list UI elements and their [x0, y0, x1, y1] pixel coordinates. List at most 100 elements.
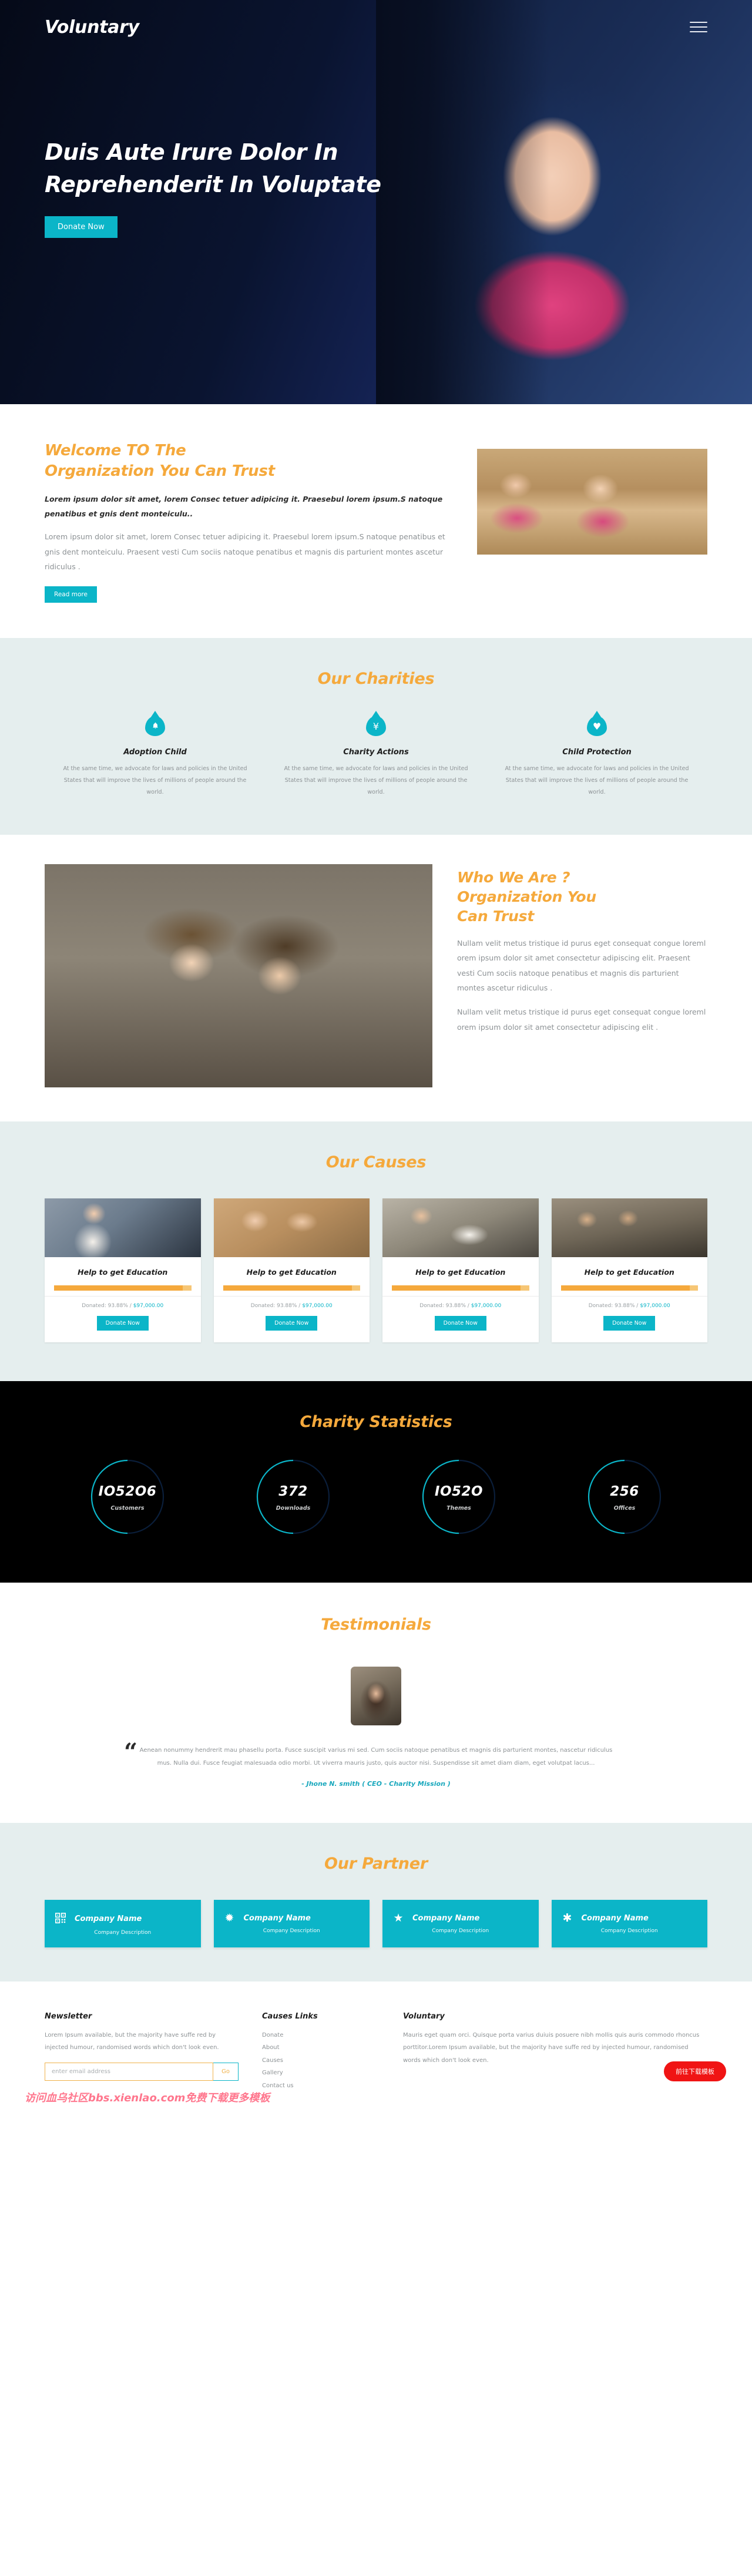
testimonial-author: - Jhone N. smith ( CEO - Charity Mission…: [301, 1779, 451, 1788]
charity-description: At the same time, we advocate for laws a…: [505, 765, 689, 795]
cause-donation-meta: Donated: 93.88% / $97,000.00: [45, 1295, 201, 1309]
cause-title: Help to get Education: [415, 1267, 506, 1277]
testimonial-avatar: [351, 1666, 401, 1725]
heart-icon: ♥: [587, 716, 607, 736]
cause-card[interactable]: Help to get Education Donated: 93.88% / …: [382, 1198, 539, 1342]
welcome-section: Welcome TO The Organization You Can Trus…: [0, 404, 752, 638]
hero-heading: Duis Aute Irure Dolor In Reprehenderit I…: [45, 136, 411, 201]
hero-donate-button[interactable]: Donate Now: [45, 216, 118, 239]
stat-label: Customers: [110, 1504, 145, 1512]
star-icon: ★: [393, 1911, 404, 1925]
who-heading-line2: Organization You: [457, 888, 596, 905]
footer-link-item[interactable]: Contact us: [262, 2080, 380, 2093]
who-we-are-text-column: Who We Are ? Organization You Can Trust …: [457, 864, 707, 1035]
footer-about-description: Mauris eget quam orci. Quisque porta var…: [403, 2031, 700, 2064]
cause-donate-button[interactable]: Donate Now: [266, 1315, 318, 1331]
cause-percent: 93.88%: [108, 1302, 128, 1309]
cause-title: Help to get Education: [246, 1267, 337, 1277]
cause-donate-button[interactable]: Donate Now: [96, 1315, 149, 1331]
partner-card[interactable]: ✹ Company Name Company Description: [213, 1899, 370, 1947]
welcome-paragraph: Lorem ipsum dolor sit amet, lorem Consec…: [45, 532, 445, 572]
cause-card[interactable]: Help to get Education Donated: 93.88% / …: [551, 1198, 707, 1342]
brand-logo[interactable]: Voluntary: [45, 17, 139, 38]
who-heading-line1: Who We Are ?: [457, 868, 570, 886]
partner-name: Company Name: [75, 1915, 142, 1924]
newsletter-form: Go: [45, 2062, 239, 2081]
cause-progress-fill: [560, 1285, 690, 1291]
cause-amount: $97,000.00: [471, 1302, 502, 1309]
causes-title: Our Causes: [325, 1153, 427, 1171]
burger-line: [690, 22, 707, 23]
footer-links-title: Causes Links: [262, 2011, 318, 2021]
footer-link-item[interactable]: Gallery: [262, 2067, 380, 2080]
footer-link-item[interactable]: Causes: [262, 2054, 380, 2067]
newsletter-title: Newsletter: [45, 2011, 92, 2021]
welcome-read-more-button[interactable]: Read more: [45, 586, 97, 603]
cause-meta-prefix: Donated:: [82, 1302, 108, 1309]
cause-donate-button[interactable]: Donate Now: [434, 1315, 486, 1331]
stat-label: Downloads: [276, 1504, 311, 1512]
who-paragraph-2: Nullam velit metus tristique id purus eg…: [457, 1007, 706, 1032]
partner-card[interactable]: Company Name Company Description: [45, 1899, 201, 1947]
footer-links-column: Causes Links Donate About Causes Gallery…: [262, 2012, 380, 2093]
cause-progress-track: [392, 1285, 529, 1291]
cause-progress-track: [54, 1285, 192, 1291]
footer-link-item[interactable]: Donate: [262, 2029, 380, 2042]
cause-donate-button[interactable]: Donate Now: [603, 1315, 656, 1331]
partner-header: ✱ Company Name: [561, 1912, 699, 1924]
cause-progress-fill: [392, 1285, 521, 1291]
who-heading-line3: Can Trust: [457, 907, 535, 925]
stat-value: IO52O: [434, 1483, 484, 1499]
welcome-lead-text: Lorem ipsum dolor sit amet, lorem Consec…: [45, 495, 443, 518]
cause-title: Help to get Education: [78, 1267, 168, 1277]
partners-grid: Company Name Company Description ✹ Compa…: [45, 1899, 707, 1947]
testimonials-title: Testimonials: [321, 1615, 431, 1634]
welcome-heading: Welcome TO The Organization You Can Trus…: [45, 441, 450, 481]
cause-photo: [45, 1198, 201, 1257]
cause-percent: 93.88%: [445, 1302, 466, 1309]
newsletter-go-button[interactable]: Go: [213, 2062, 239, 2081]
download-template-button[interactable]: 前往下载模板: [664, 2061, 726, 2082]
partner-card[interactable]: ★ Company Name Company Description: [382, 1899, 539, 1947]
hero-heading-line2: Reprehenderit In Voluptate: [45, 172, 381, 198]
stat-value: 372: [278, 1483, 308, 1499]
yen-currency-icon: ¥: [366, 716, 386, 736]
partner-description: Company Description: [432, 1927, 489, 1934]
cause-percent: 93.88%: [615, 1302, 635, 1309]
partner-card[interactable]: ✱ Company Name Company Description: [551, 1899, 707, 1947]
footer-about-title: Voluntary: [403, 2011, 445, 2021]
who-we-are-children-photo: [45, 864, 432, 1087]
yen-glyph: ¥: [372, 720, 380, 732]
partner-header: ✹ Company Name: [223, 1912, 361, 1924]
partner-description: Company Description: [600, 1927, 658, 1934]
hamburger-menu-icon[interactable]: [690, 18, 707, 36]
partner-name: Company Name: [412, 1913, 480, 1923]
charities-grid: Adoption Child At the same time, we advo…: [45, 716, 707, 798]
charity-description: At the same time, we advocate for laws a…: [63, 765, 247, 795]
hero-section: Voluntary Duis Aute Irure Dolor In Repre…: [0, 0, 752, 404]
quote-icon: “: [124, 1738, 138, 1766]
footer-about-column: Voluntary Mauris eget quam orci. Quisque…: [403, 2012, 707, 2093]
stat-item: IO52O Themes: [376, 1458, 542, 1540]
cause-card[interactable]: Help to get Education Donated: 93.88% / …: [45, 1198, 201, 1342]
stat-value: 256: [610, 1483, 639, 1499]
cause-progress-fill: [223, 1285, 352, 1291]
cause-photo: [382, 1198, 539, 1257]
partners-title: Our Partner: [324, 1854, 428, 1873]
cause-percent: 93.88%: [277, 1302, 297, 1309]
cause-donation-meta: Donated: 93.88% / $97,000.00: [213, 1295, 370, 1309]
charity-title: Charity Actions: [343, 747, 409, 757]
welcome-classroom-photo: [477, 449, 707, 555]
testimonial-quote: Aenean nonummy hendrerit mau phasellu po…: [139, 1747, 613, 1767]
charities-section: Our Charities Adoption Child At the same…: [0, 637, 752, 835]
partner-description: Company Description: [94, 1929, 152, 1936]
cause-progress-track: [560, 1285, 698, 1291]
bell-icon: [145, 716, 165, 736]
partners-section: Our Partner Company Name Company Descrip…: [0, 1822, 752, 1981]
qr-code-icon: [54, 1912, 67, 1926]
cause-card[interactable]: Help to get Education Donated: 93.88% / …: [213, 1198, 370, 1342]
footer-link-item[interactable]: About: [262, 2041, 380, 2054]
stat-label: Offices: [613, 1504, 636, 1512]
newsletter-email-input[interactable]: [45, 2062, 214, 2081]
partner-header: Company Name: [54, 1912, 192, 1926]
